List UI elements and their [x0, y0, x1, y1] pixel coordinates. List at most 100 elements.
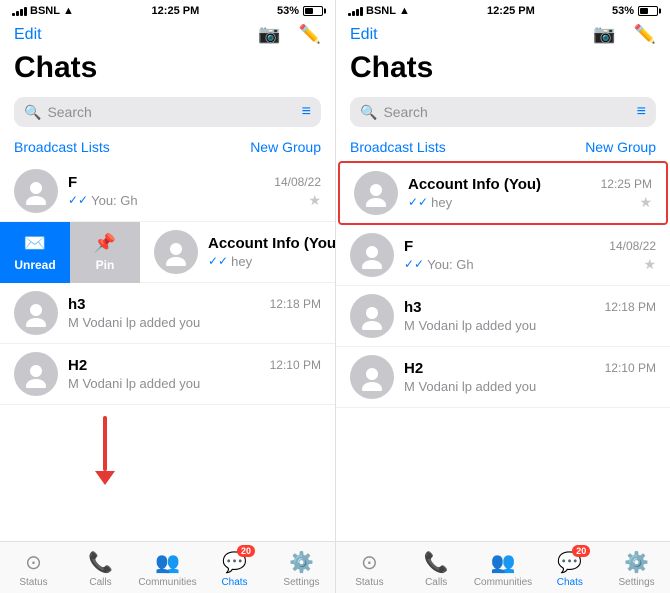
chat-time-h3-left: 12:18 PM: [270, 297, 321, 311]
new-group-right[interactable]: New Group: [585, 139, 656, 155]
camera-icon-left[interactable]: 📷: [258, 24, 280, 45]
chats-badge-wrap-right: 💬 20: [557, 550, 582, 575]
settings-tab-label-left: Settings: [283, 577, 319, 588]
wifi-icon-right: ▲: [399, 5, 410, 17]
status-tab-icon-left: ⊙: [25, 550, 42, 575]
chat-item-account-right[interactable]: Account Info (You) 12:25 PM ✓✓ hey ★: [338, 161, 668, 225]
tab-communities-left[interactable]: 👥 Communities: [134, 548, 201, 589]
chats-badge-wrap-left: 💬 20: [222, 550, 247, 575]
time-label-right: 12:25 PM: [487, 5, 535, 17]
arrow-indicator: [95, 416, 115, 485]
pin-label: Pin: [96, 258, 115, 272]
chat-time-f-left: 14/08/22: [274, 175, 321, 189]
chats-tab-label-left: Chats: [221, 577, 247, 588]
status-left: BSNL ▲: [12, 5, 74, 17]
filter-icon-right[interactable]: ≡: [637, 103, 646, 121]
chat-item-f-right[interactable]: F 14/08/22 ✓✓ You: Gh ★: [336, 225, 670, 286]
chats-badge-left: 20: [237, 545, 255, 557]
page-title-right: Chats: [350, 51, 656, 85]
tab-bar-right: ⊙ Status 📞 Calls 👥 Communities 💬 20 Chat…: [336, 541, 670, 593]
star-icon-h2-right: ★: [643, 378, 656, 395]
star-icon-f-right: ★: [643, 256, 656, 273]
tab-chats-right[interactable]: 💬 20 Chats: [536, 548, 603, 589]
chat-time-h2-right: 12:10 PM: [605, 361, 656, 375]
tab-settings-left[interactable]: ⚙️ Settings: [268, 548, 335, 589]
search-placeholder-left: Search: [47, 104, 295, 120]
edit-button-right[interactable]: Edit: [350, 26, 378, 44]
chats-tab-label-right: Chats: [557, 577, 583, 588]
pin-icon: 📌: [94, 233, 116, 254]
time-label: 12:25 PM: [152, 5, 200, 17]
header-right: Edit 📷 ✏️: [336, 20, 670, 51]
chat-item-h3-right[interactable]: h3 12:18 PM M Vodani lp added you ★: [336, 286, 670, 347]
tab-calls-left[interactable]: 📞 Calls: [67, 548, 134, 589]
calls-tab-icon-left: 📞: [88, 550, 113, 575]
search-input-wrap-right[interactable]: 🔍 Search ≡: [350, 97, 656, 127]
new-group-left[interactable]: New Group: [250, 139, 321, 155]
unread-label: Unread: [14, 258, 55, 272]
chat-list-left: F 14/08/22 ✓✓ You: Gh ★ ✉️ Unread: [0, 161, 335, 541]
filter-icon-left[interactable]: ≡: [302, 103, 311, 121]
tab-calls-right[interactable]: 📞 Calls: [403, 548, 470, 589]
chat-item-h3-left[interactable]: h3 12:18 PM M Vodani lp added you ★: [0, 283, 335, 344]
status-right: 53%: [277, 5, 323, 17]
chat-time-f-right: 14/08/22: [609, 239, 656, 253]
page-title-left: Chats: [14, 51, 321, 85]
compose-icon-right[interactable]: ✏️: [634, 24, 656, 45]
chat-item-f-left[interactable]: F 14/08/22 ✓✓ You: Gh ★: [0, 161, 335, 222]
avatar-account-right: [354, 171, 398, 215]
chat-item-h2-right[interactable]: H2 12:10 PM M Vodani lp added you ★: [336, 347, 670, 408]
unread-action-button[interactable]: ✉️ Unread: [0, 222, 70, 283]
chat-preview-h3-left: M Vodani lp added you: [68, 315, 200, 330]
chat-content-h2-left: H2 12:10 PM M Vodani lp added you ★: [68, 357, 321, 392]
communities-tab-icon-left: 👥: [155, 550, 180, 575]
star-icon-h3-left: ★: [308, 314, 321, 331]
settings-tab-icon-right: ⚙️: [624, 550, 649, 575]
chat-content-h3-right: h3 12:18 PM M Vodani lp added you ★: [404, 299, 656, 334]
chat-list-right: Account Info (You) 12:25 PM ✓✓ hey ★ F: [336, 161, 670, 541]
chat-name-h3-left: h3: [68, 296, 86, 313]
action-buttons: ✉️ Unread 📌 Pin: [0, 222, 140, 283]
tab-status-left[interactable]: ⊙ Status: [0, 548, 67, 589]
chat-preview-h2-right: M Vodani lp added you: [404, 379, 536, 394]
broadcast-lists-left[interactable]: Broadcast Lists: [14, 139, 110, 155]
chat-name-h2-right: H2: [404, 360, 423, 377]
chat-preview-h2-left: M Vodani lp added you: [68, 376, 200, 391]
chat-time-h2-left: 12:10 PM: [270, 358, 321, 372]
battery-percent: 53%: [277, 5, 299, 17]
check-icon-account-right: ✓✓: [408, 195, 428, 209]
status-bar-left: BSNL ▲ 12:25 PM 53%: [0, 0, 335, 20]
chat-name-h2-left: H2: [68, 357, 87, 374]
chat-item-h2-left[interactable]: H2 12:10 PM M Vodani lp added you ★: [0, 344, 335, 405]
unread-icon: ✉️: [24, 233, 46, 254]
compose-icon-left[interactable]: ✏️: [299, 24, 321, 45]
edit-button-left[interactable]: Edit: [14, 26, 42, 44]
communities-tab-icon-right: 👥: [491, 550, 516, 575]
camera-icon-right[interactable]: 📷: [593, 24, 615, 45]
tab-chats-left[interactable]: 💬 20 Chats: [201, 548, 268, 589]
chat-time-h3-right: 12:18 PM: [605, 300, 656, 314]
chat-name-account-left: Account Info (You: [208, 235, 335, 252]
broadcast-bar-left: Broadcast Lists New Group: [0, 135, 335, 161]
signal-icon: [12, 7, 27, 16]
chat-item-account-left[interactable]: Account Info (You ✓✓ hey ★: [140, 222, 335, 283]
tab-communities-right[interactable]: 👥 Communities: [470, 548, 537, 589]
chat-content-f-left: F 14/08/22 ✓✓ You: Gh ★: [68, 174, 321, 209]
avatar-h3-right: [350, 294, 394, 338]
tab-settings-right[interactable]: ⚙️ Settings: [603, 548, 670, 589]
swipe-row: ✉️ Unread 📌 Pin Account Info (You: [0, 222, 335, 283]
star-icon-account-right: ★: [639, 194, 652, 211]
broadcast-lists-right[interactable]: Broadcast Lists: [350, 139, 446, 155]
search-icon-left: 🔍: [24, 104, 41, 121]
chat-preview-f-right: ✓✓ You: Gh: [404, 257, 474, 272]
left-panel: BSNL ▲ 12:25 PM 53% Edit 📷 ✏️ Chats 🔍 Se…: [0, 0, 335, 593]
search-input-wrap-left[interactable]: 🔍 Search ≡: [14, 97, 321, 127]
avatar-account-left: [154, 230, 198, 274]
pin-action-button[interactable]: 📌 Pin: [70, 222, 140, 283]
battery-percent-right: 53%: [612, 5, 634, 17]
avatar-f-right: [350, 233, 394, 277]
settings-tab-label-right: Settings: [619, 577, 655, 588]
communities-tab-label-right: Communities: [474, 577, 532, 588]
tab-status-right[interactable]: ⊙ Status: [336, 548, 403, 589]
broadcast-bar-right: Broadcast Lists New Group: [336, 135, 670, 161]
